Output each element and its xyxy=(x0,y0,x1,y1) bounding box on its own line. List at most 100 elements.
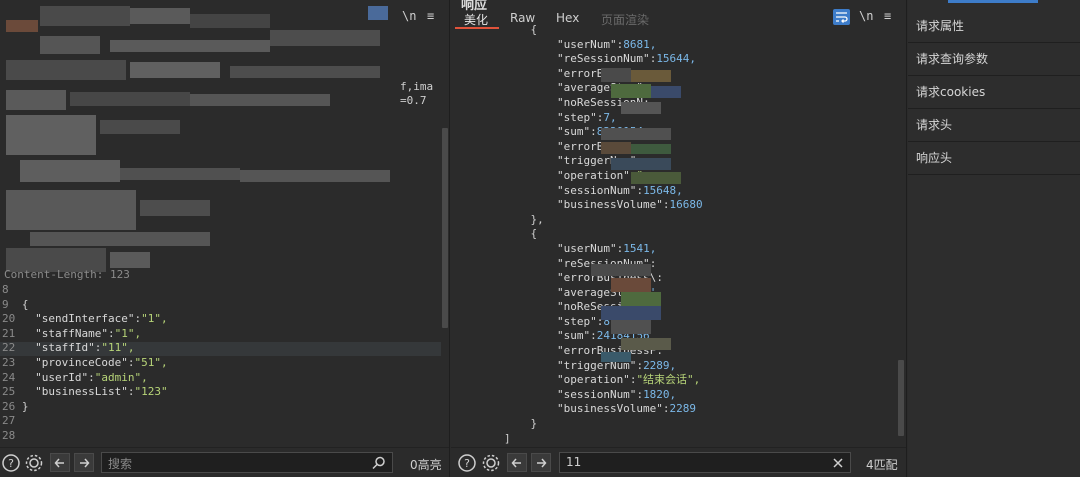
header-fragment-2: =0.7 xyxy=(400,94,427,107)
json-value: "1", xyxy=(141,312,168,326)
json-colon: : xyxy=(88,370,95,384)
json-key: "staffName" xyxy=(21,326,108,340)
arrow-left-icon xyxy=(54,458,64,468)
sidebar-item-label: 请求头 xyxy=(916,118,953,132)
json-key: "sum" xyxy=(451,125,591,139)
response-redaction xyxy=(591,68,681,362)
arrow-left-icon xyxy=(511,458,521,468)
line-number: 22 xyxy=(2,341,22,355)
request-body: 8 9 {20 "sendInterface":"1", 21 "staffNam… xyxy=(2,283,168,444)
search-icon[interactable] xyxy=(372,456,386,470)
line-number: 21 xyxy=(2,326,22,340)
next-match-button[interactable] xyxy=(74,453,94,472)
json-value: "51", xyxy=(134,355,168,369)
svg-text:?: ? xyxy=(8,457,14,470)
code-line: 27 xyxy=(2,414,168,429)
request-search-bar: ? 搜索 0高亮 xyxy=(0,447,449,477)
code-line: 20 "sendInterface":"1", xyxy=(2,312,168,327)
code-line: 26 } xyxy=(2,400,168,415)
code-line: 21 "staffName":"1", xyxy=(2,327,168,342)
prev-match-button[interactable] xyxy=(507,453,527,472)
code-line: 24 "userId":"admin", xyxy=(2,371,168,386)
response-search-input[interactable]: 11 xyxy=(559,452,851,473)
json-key: "provinceCode" xyxy=(21,355,128,369)
json-punc: { xyxy=(21,297,29,311)
json-punc: ] xyxy=(451,431,511,445)
wrap-toggle-button[interactable] xyxy=(833,9,850,25)
line-number: 20 xyxy=(2,312,22,326)
json-key: "businessList" xyxy=(21,385,128,399)
sidebar-item-2[interactable]: 请求cookies xyxy=(908,76,1080,109)
request-scroll-thumb[interactable] xyxy=(442,128,448,328)
svg-text:?: ? xyxy=(464,457,470,470)
sidebar-item-label: 请求查询参数 xyxy=(916,52,989,66)
response-scroll-thumb[interactable] xyxy=(898,360,904,436)
line-number: 23 xyxy=(2,355,22,369)
header-fragment-1: f,ima xyxy=(400,80,434,93)
arrow-right-icon xyxy=(80,458,90,468)
code-line: { xyxy=(451,23,703,38)
request-scrollbar[interactable] xyxy=(441,30,449,445)
sidebar-item-0[interactable]: 请求属性 xyxy=(908,10,1080,43)
json-value: "123" xyxy=(134,385,168,399)
request-search-input[interactable]: 搜索 xyxy=(101,452,393,473)
search-value: 11 xyxy=(566,455,582,469)
sidebar-item-label: 请求cookies xyxy=(916,85,986,99)
arrow-right-icon xyxy=(537,458,547,468)
json-key: "userNum" xyxy=(451,37,617,51)
line-number: 28 xyxy=(2,428,22,442)
sidebar-item-1[interactable]: 请求查询参数 xyxy=(908,43,1080,76)
request-pane: 请求 \n ≡ xyxy=(0,0,450,477)
code-line: 25 "businessList":"123" xyxy=(2,385,168,400)
help-icon[interactable]: ? xyxy=(2,454,20,472)
json-colon: : xyxy=(107,326,115,340)
response-search-bar: ? 11 4匹配 xyxy=(451,447,906,477)
json-key: "staffId" xyxy=(21,341,95,355)
code-line: 28 xyxy=(2,429,168,444)
response-pane: 响应 美化 Raw Hex 页面渲染 \n ≡ { "userNum":8681… xyxy=(451,0,907,477)
sidebar-top-indicator xyxy=(948,0,1038,3)
json-key: "userId" xyxy=(21,370,89,384)
highlight-count: 0高亮 xyxy=(410,458,442,472)
line-number: 25 xyxy=(2,385,22,399)
json-value: "admin", xyxy=(94,370,148,384)
line-number: 24 xyxy=(2,370,22,384)
json-key: "step" xyxy=(451,110,597,124)
line-number: 8 xyxy=(2,283,22,296)
code-line: 22 "staffId":"11", xyxy=(2,341,168,356)
prev-match-button[interactable] xyxy=(50,453,70,472)
line-number: 27 xyxy=(2,414,22,428)
json-value: 8681, xyxy=(623,37,657,51)
json-punc: } xyxy=(21,399,29,413)
hamburger-icon[interactable]: ≡ xyxy=(427,9,434,23)
clear-icon[interactable] xyxy=(832,457,844,469)
code-line: 8 xyxy=(2,283,168,298)
json-punc: } xyxy=(451,417,538,431)
search-placeholder: 搜索 xyxy=(108,457,133,471)
newline-toggle[interactable]: \n xyxy=(402,9,416,23)
next-match-button[interactable] xyxy=(531,453,551,472)
sidebar-item-label: 响应头 xyxy=(916,151,953,165)
newline-toggle[interactable]: \n xyxy=(859,9,873,23)
json-key: "sum" xyxy=(451,329,591,343)
code-line: "userNum":8681, xyxy=(451,38,703,53)
pixelation-mosaic xyxy=(0,0,400,275)
match-count: 4匹配 xyxy=(866,458,898,472)
sidebar-item-3[interactable]: 请求头 xyxy=(908,109,1080,142)
line-number: 26 xyxy=(2,399,22,413)
hamburger-icon[interactable]: ≡ xyxy=(884,9,891,23)
code-line: 9 { xyxy=(2,298,168,313)
json-key: "step" xyxy=(451,314,597,328)
code-line: 23 "provinceCode":"51", xyxy=(2,356,168,371)
inspector-sidebar: 请求属性请求查询参数 请求cookies 请求头响应头 xyxy=(908,0,1080,477)
sidebar-item-4[interactable]: 响应头 xyxy=(908,142,1080,175)
redacted-headers xyxy=(0,0,400,275)
json-value: "11", xyxy=(101,341,135,355)
gear-icon[interactable] xyxy=(25,454,43,472)
response-scrollbar[interactable] xyxy=(897,30,905,440)
wrap-icon xyxy=(836,12,848,23)
header-fragment-3: Content-Length: 123 xyxy=(4,268,130,281)
gear-icon[interactable] xyxy=(482,454,500,472)
json-value: "1", xyxy=(114,326,142,340)
help-icon[interactable]: ? xyxy=(458,454,476,472)
